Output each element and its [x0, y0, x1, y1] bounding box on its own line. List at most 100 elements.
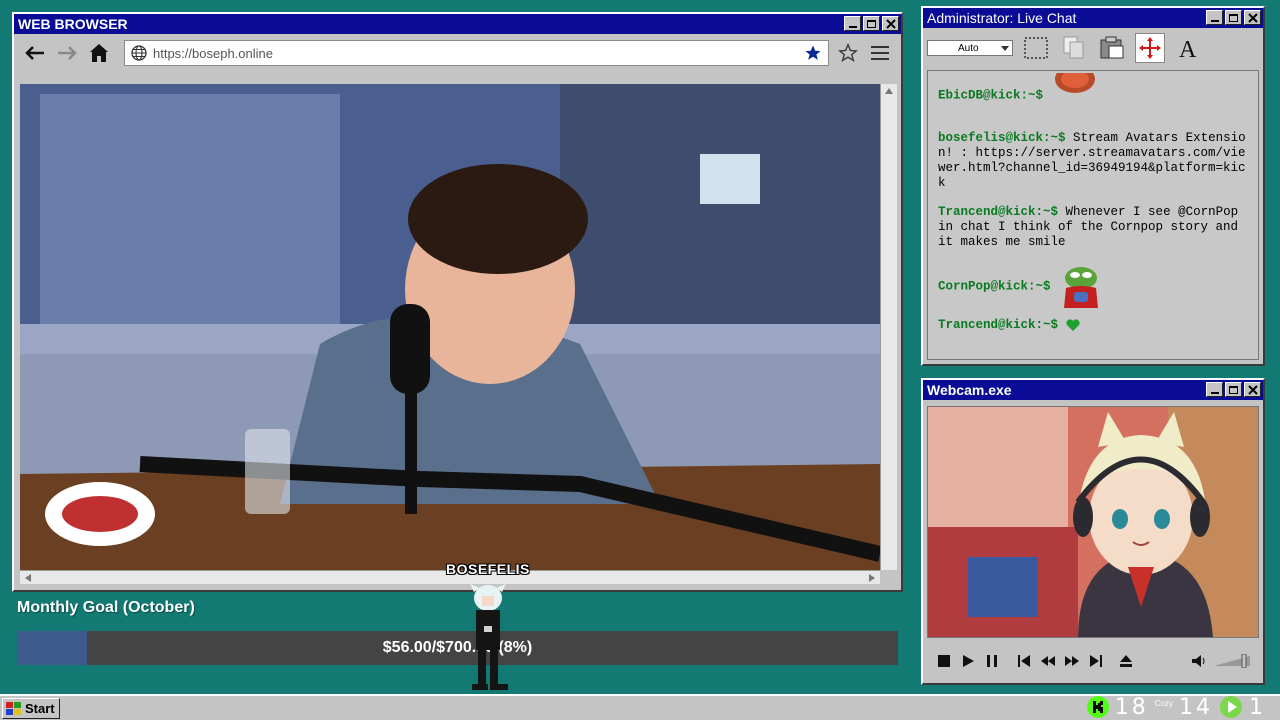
- stop-button[interactable]: [933, 650, 955, 672]
- maximize-button[interactable]: [863, 16, 880, 31]
- pepe-emote-icon: [1058, 264, 1104, 308]
- video-stream[interactable]: [20, 84, 880, 570]
- font-a-icon: A: [1179, 37, 1197, 60]
- vtuber-avatar-image: [928, 407, 1258, 637]
- scroll-right-arrow-icon[interactable]: [864, 571, 880, 585]
- web-browser-window: WEB BROWSER: [12, 12, 903, 592]
- url-input[interactable]: [153, 45, 798, 61]
- copy-button[interactable]: [1059, 33, 1089, 63]
- chat-title: Administrator: Live Chat: [927, 10, 1077, 26]
- fast-forward-button[interactable]: [1061, 650, 1083, 672]
- browser-title: WEB BROWSER: [18, 16, 128, 32]
- speaker-icon: [1192, 655, 1205, 667]
- close-button[interactable]: [1244, 10, 1261, 25]
- skip-forward-button[interactable]: [1085, 650, 1107, 672]
- chat-message: bosefelis@kick:~$ Stream Avatars Extensi…: [938, 131, 1252, 191]
- skip-back-button[interactable]: [1013, 650, 1035, 672]
- minimize-button[interactable]: [1206, 382, 1223, 397]
- svg-text:A: A: [1179, 37, 1197, 60]
- pause-button[interactable]: [981, 650, 1003, 672]
- rewind-button[interactable]: [1037, 650, 1059, 672]
- close-icon: [885, 18, 896, 29]
- webcam-window: Webcam.exe: [921, 378, 1265, 685]
- stream-avatar-sprite: [470, 584, 508, 690]
- hamburger-menu-icon: [871, 46, 889, 60]
- arrow-left-icon: [25, 46, 44, 60]
- chat-username[interactable]: Trancend@kick:~$: [938, 205, 1058, 219]
- scroll-left-arrow-icon[interactable]: [20, 571, 36, 585]
- favorites-button[interactable]: [835, 40, 861, 66]
- emote-image: [1051, 71, 1097, 117]
- font-button[interactable]: A: [1173, 33, 1203, 63]
- volume-slider[interactable]: [1213, 650, 1253, 672]
- play-circle-icon: [1220, 696, 1242, 718]
- stop-icon: [938, 655, 950, 667]
- secondary-count: 14: [1179, 694, 1213, 720]
- browser-titlebar[interactable]: WEB BROWSER: [14, 14, 901, 34]
- chat-username[interactable]: CornPop@kick:~$: [938, 279, 1051, 293]
- play-button[interactable]: [957, 650, 979, 672]
- rewind-icon: [1041, 656, 1055, 666]
- arrow-right-icon: [58, 46, 77, 60]
- volume-button[interactable]: [1189, 650, 1211, 672]
- home-icon: [90, 44, 108, 62]
- goal-title: Monthly Goal (October): [17, 599, 195, 616]
- close-button[interactable]: [882, 16, 899, 31]
- volume-slider-track: [1214, 654, 1250, 668]
- pause-icon: [987, 655, 997, 667]
- home-button[interactable]: [86, 40, 112, 66]
- copy-icon: [1063, 36, 1084, 59]
- select-value: Auto: [958, 42, 979, 54]
- start-button[interactable]: Start: [2, 698, 60, 719]
- minimize-button[interactable]: [844, 16, 861, 31]
- chevron-down-icon: [1001, 45, 1009, 51]
- paste-button[interactable]: [1097, 33, 1127, 63]
- green-heart-icon: [1065, 319, 1080, 331]
- chat-titlebar[interactable]: Administrator: Live Chat: [923, 8, 1263, 28]
- forward-button[interactable]: [54, 40, 80, 66]
- chat-message: EbicDB@kick:~$: [938, 71, 1252, 117]
- close-icon: [1247, 384, 1258, 395]
- chat-message: CornPop@kick:~$: [938, 264, 1252, 308]
- back-button[interactable]: [22, 40, 48, 66]
- menu-button[interactable]: [867, 40, 893, 66]
- taskbar: Start 18 Cozy 14 1: [0, 694, 1280, 720]
- chat-username[interactable]: bosefelis@kick:~$: [938, 131, 1066, 145]
- chat-log[interactable]: EbicDB@kick:~$ bosefelis@kick:~$ Stream …: [927, 70, 1259, 360]
- clipboard-icon: [1100, 36, 1124, 59]
- minimize-button[interactable]: [1206, 10, 1223, 25]
- goal-progress-bar: $56.00/$700.00 (8%): [17, 631, 898, 665]
- goal-progress-text: $56.00/$700.00 (8%): [382, 639, 533, 656]
- chat-message: Trancend@kick:~$: [938, 318, 1252, 333]
- move-tool-button[interactable]: [1135, 33, 1165, 63]
- close-button[interactable]: [1244, 382, 1261, 397]
- system-tray: 18 Cozy 14 1: [1086, 694, 1266, 720]
- chat-username[interactable]: EbicDB@kick:~$: [938, 88, 1043, 102]
- chat-username[interactable]: Trancend@kick:~$: [938, 318, 1058, 332]
- font-size-select[interactable]: Auto: [927, 40, 1013, 56]
- maximize-button[interactable]: [1225, 382, 1242, 397]
- viewer-count: 18: [1114, 694, 1149, 720]
- chat-toolbar: Auto A: [923, 28, 1263, 68]
- vertical-scrollbar[interactable]: [880, 84, 897, 570]
- skip-start-icon: [1018, 655, 1030, 667]
- chat-message: Trancend@kick:~$ Whenever I see @CornPop…: [938, 205, 1252, 250]
- eject-icon: [1120, 655, 1132, 667]
- fast-forward-icon: [1065, 656, 1079, 666]
- maximize-button[interactable]: [1225, 10, 1242, 25]
- star-outline-icon: [838, 43, 858, 62]
- bookmark-star-filled-icon[interactable]: [804, 44, 822, 62]
- select-tool-button[interactable]: [1021, 33, 1051, 63]
- media-controls: [927, 646, 1259, 676]
- skip-end-icon: [1090, 655, 1102, 667]
- live-chat-window: Administrator: Live Chat Auto A EbicDB@k…: [921, 6, 1265, 366]
- eject-button[interactable]: [1115, 650, 1137, 672]
- cozy-label: Cozy: [1154, 698, 1173, 708]
- move-arrows-icon: [1139, 37, 1161, 59]
- browser-toolbar: [14, 34, 901, 72]
- scroll-up-arrow-icon[interactable]: [881, 84, 897, 98]
- play-icon: [963, 655, 974, 667]
- tertiary-count: 1: [1249, 694, 1266, 720]
- address-bar[interactable]: [124, 40, 829, 66]
- webcam-titlebar[interactable]: Webcam.exe: [923, 380, 1263, 400]
